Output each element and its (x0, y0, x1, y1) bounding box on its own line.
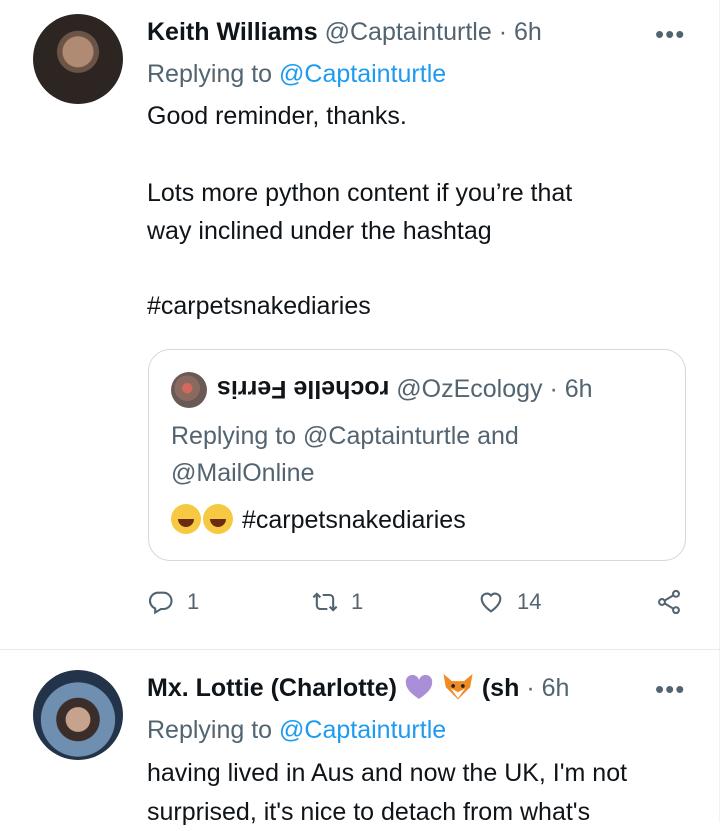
replying-handle[interactable]: @Captainturtle (279, 716, 446, 744)
timestamp[interactable]: 6h (514, 18, 542, 46)
share-button[interactable] (655, 588, 683, 616)
quoted-display-name[interactable]: rochelle Ferris (217, 372, 389, 406)
replying-to: Replying to @Captainturtle (147, 58, 446, 90)
retweet-button[interactable]: 1 (311, 588, 363, 616)
quoted-handle[interactable]: @OzEcology (396, 375, 542, 403)
quoted-replying-to: Replying to @Captainturtle and @MailOnli… (171, 418, 519, 492)
tweet[interactable]: Keith Williams @Captainturtle · 6h ••• R… (0, 0, 720, 650)
handle[interactable]: @Captainturtle (325, 18, 492, 46)
tweet-text-line: Good reminder, thanks. (147, 102, 407, 130)
quoted-replying-line: Replying to @Captainturtle and (171, 422, 519, 450)
laughing-emoji-icon (171, 504, 201, 534)
display-name[interactable]: Keith Williams (147, 18, 318, 46)
separator: · (549, 375, 558, 403)
quoted-header: rochelle Ferris @OzEcology · 6h (217, 372, 593, 406)
replying-prefix: Replying to (147, 60, 273, 88)
timestamp[interactable]: 6h (542, 674, 570, 702)
like-button[interactable]: 14 (477, 588, 541, 616)
replying-to: Replying to @Captainturtle (147, 714, 446, 746)
quoted-timestamp[interactable]: 6h (565, 375, 593, 403)
display-name-suffix[interactable]: (sh (482, 674, 520, 702)
hashtag-link[interactable]: #carpetsnakediaries (147, 287, 371, 325)
fox-icon (443, 673, 473, 700)
share-icon (658, 589, 680, 615)
reply-button[interactable]: 1 (147, 588, 199, 616)
tweet-text-line: Lots more python content if you’re that (147, 179, 573, 207)
quoted-text: #carpetsnakediaries (171, 503, 466, 537)
more-icon[interactable]: ••• (655, 21, 685, 47)
purple-heart-icon (405, 674, 433, 699)
separator: · (498, 18, 508, 46)
quoted-hashtag[interactable]: #carpetsnakediaries (242, 506, 466, 534)
like-count: 14 (517, 589, 542, 614)
like-icon (480, 592, 502, 613)
quoted-tweet[interactable]: rochelle Ferris @OzEcology · 6h Replying… (148, 349, 686, 561)
separator: · (526, 674, 535, 702)
retweet-icon (312, 592, 338, 612)
laughing-emoji-icon (203, 504, 233, 534)
reply-icon (148, 591, 173, 615)
reply-count: 1 (187, 589, 200, 614)
replying-handle[interactable]: @Captainturtle (279, 60, 446, 88)
tweet-header: Mx. Lottie (Charlotte) (sh · 6h (147, 671, 569, 704)
replying-prefix: Replying to (147, 716, 273, 744)
tweet[interactable]: Mx. Lottie (Charlotte) (sh · 6h ••• Repl… (0, 651, 720, 826)
tweet-header: Keith Williams @Captainturtle · 6h (147, 16, 542, 48)
avatar[interactable] (33, 14, 123, 104)
display-name[interactable]: Mx. Lottie (Charlotte) (147, 674, 397, 702)
divider (0, 649, 720, 650)
quoted-avatar[interactable] (171, 372, 207, 408)
tweet-text-line: way inclined under the hashtag (147, 217, 492, 245)
avatar[interactable] (33, 670, 123, 760)
more-icon[interactable]: ••• (655, 676, 685, 702)
tweet-text-line: having lived in Aus and now the UK, I'm … (147, 759, 628, 787)
quoted-replying-line: @MailOnline (171, 459, 315, 487)
retweet-count: 1 (351, 589, 364, 614)
tweet-text-line: surprised, it's nice to detach from what… (147, 798, 591, 826)
tweet-actions: 1 1 14 (147, 588, 687, 622)
